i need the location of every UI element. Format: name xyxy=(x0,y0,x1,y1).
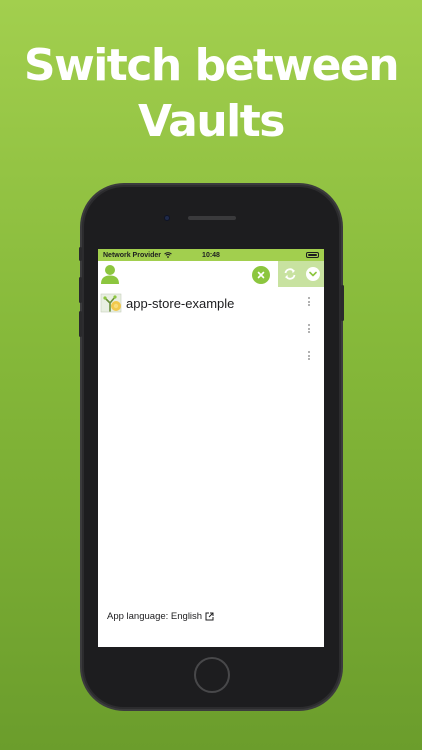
mute-switch xyxy=(79,247,82,261)
phone-screen: Network Provider 10:48 app-store-example… xyxy=(98,249,324,647)
user-icon[interactable] xyxy=(101,264,119,284)
volume-down-button xyxy=(79,311,82,337)
vault-options-icon[interactable] xyxy=(308,351,312,360)
vault-options-icon[interactable] xyxy=(308,297,312,306)
status-time: 10:48 xyxy=(202,251,220,259)
vault-dropdown-button[interactable] xyxy=(305,267,320,281)
sync-icon[interactable] xyxy=(283,267,297,281)
app-bar-actions xyxy=(278,261,324,287)
app-language-label: App language: English xyxy=(107,611,203,622)
status-bar: Network Provider 10:48 xyxy=(98,249,324,261)
battery-icon xyxy=(306,252,319,258)
vault-logo-icon xyxy=(100,293,122,313)
headline: Switch between Vaults xyxy=(0,38,422,150)
close-button[interactable] xyxy=(252,266,270,284)
vault-options-icon[interactable] xyxy=(308,324,312,333)
front-camera xyxy=(164,215,170,221)
vault-item[interactable]: app-store-example xyxy=(100,291,234,315)
volume-up-button xyxy=(79,277,82,303)
vault-name: app-store-example xyxy=(126,295,235,311)
phone-frame: Network Provider 10:48 app-store-example… xyxy=(79,187,344,707)
app-bar xyxy=(98,261,324,287)
headline-line-2: Vaults xyxy=(138,96,285,147)
power-button xyxy=(341,285,344,321)
app-language-link[interactable]: App language: English xyxy=(107,611,214,622)
headline-line-1: Switch between xyxy=(23,40,400,91)
earpiece-speaker xyxy=(188,216,236,220)
chevron-down-icon xyxy=(308,271,317,277)
close-icon xyxy=(257,271,265,279)
external-link-icon xyxy=(205,612,214,621)
home-button[interactable] xyxy=(194,657,230,693)
